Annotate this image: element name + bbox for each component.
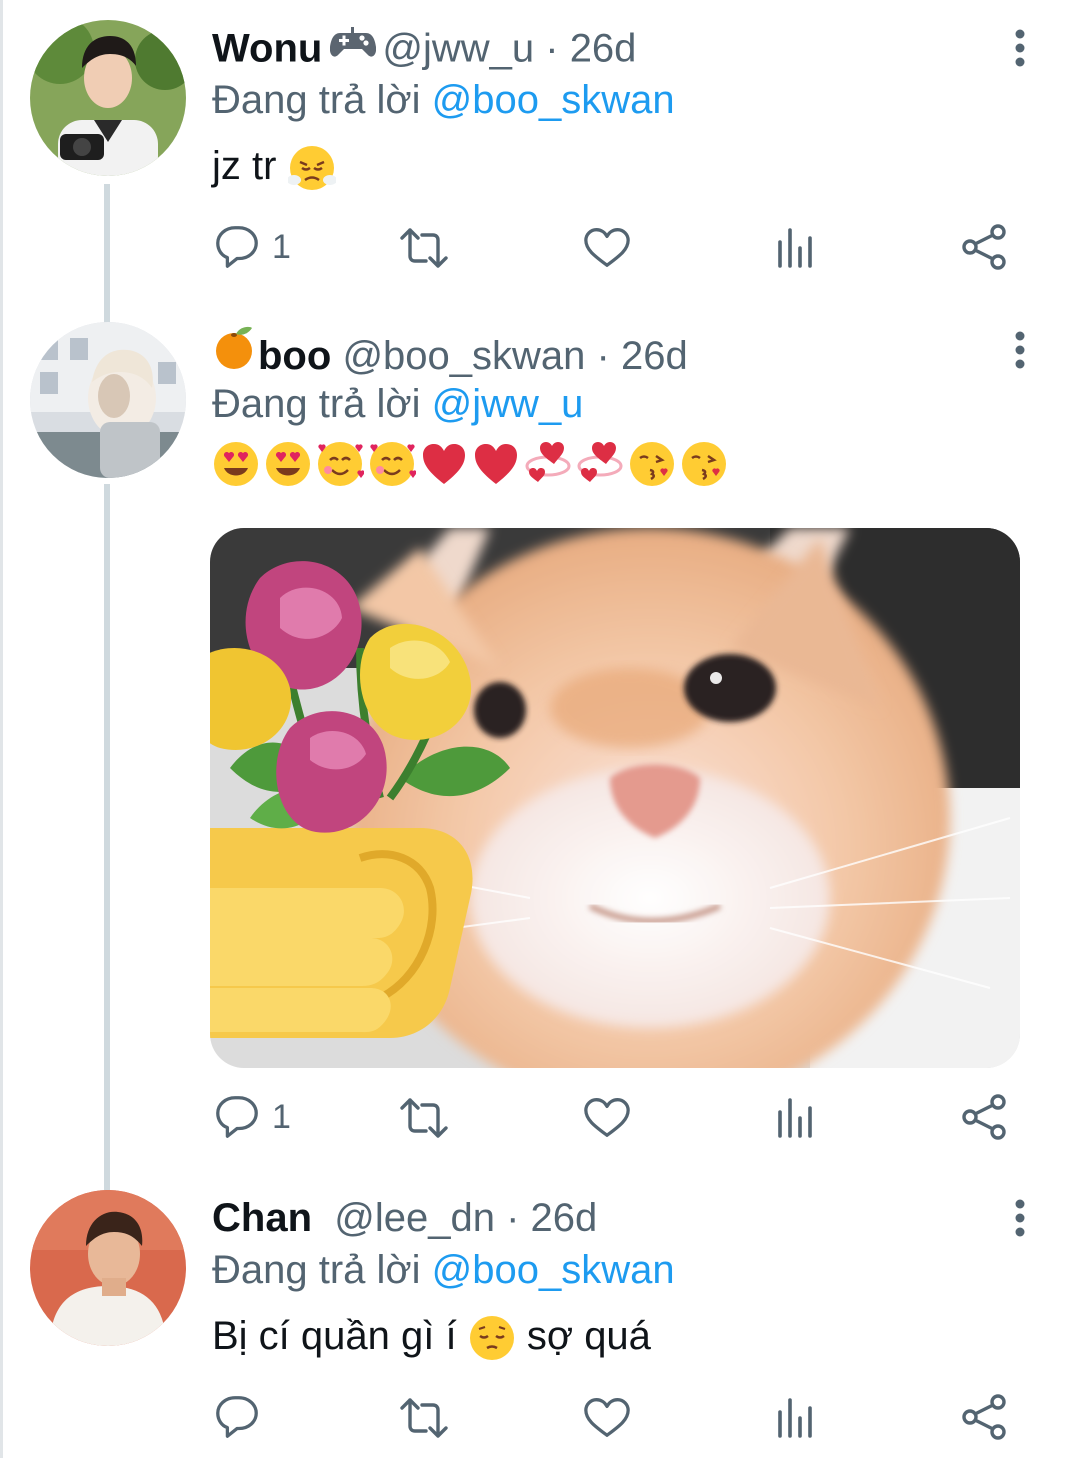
retweet-button[interactable] [396, 222, 452, 272]
timestamp[interactable]: 26d [621, 334, 688, 378]
stats-icon [778, 1398, 812, 1438]
reply-button[interactable] [212, 1392, 272, 1442]
share-icon [962, 1394, 1006, 1440]
tweet-content: Wonu @jww_u · 26d Đang trả lời @boo_skwan… [212, 22, 1020, 194]
tweet-actions: 1 [212, 222, 1012, 272]
share-icon [962, 1094, 1006, 1140]
tweet-header: boo @boo_skwan · 26d [212, 326, 1020, 378]
display-name[interactable]: Chan [212, 1196, 312, 1240]
reply-icon [216, 1396, 258, 1438]
tweet-content: Chan @lee_dn · 26d Đang trả lời @boo_skw… [212, 1192, 1020, 1364]
like-button[interactable] [582, 1092, 632, 1142]
avatar[interactable] [30, 322, 186, 478]
tweet-text: Bị cí quần gì í sợ quá [212, 1308, 1020, 1364]
tweet-actions: 1 [212, 1092, 1012, 1142]
reply-icon [216, 1096, 258, 1138]
reply-prefix: Đang trả lời [212, 78, 421, 122]
stats-button[interactable] [770, 222, 820, 272]
stats-button[interactable] [770, 1392, 820, 1442]
reply-context: Đang trả lời @boo_skwan [212, 74, 1020, 126]
handle[interactable]: @lee_dn [334, 1196, 495, 1240]
revolving-hearts-emoji [525, 440, 571, 484]
reply-count: 1 [272, 1097, 291, 1136]
display-name[interactable]: Wonu [212, 27, 322, 71]
separator: · [545, 26, 559, 71]
like-button[interactable] [582, 1392, 632, 1442]
tweet[interactable]: Wonu @jww_u · 26d Đang trả lời @boo_skwan… [0, 20, 1080, 290]
reply-mention[interactable]: @boo_skwan [432, 1248, 675, 1292]
heart-icon [584, 1098, 630, 1137]
timestamp[interactable]: 26d [570, 27, 637, 71]
tweet-text-before: Bị cí quần gì í [212, 1314, 457, 1358]
heart-icon [584, 1398, 630, 1437]
cat-with-flower-bouquet-photo [210, 528, 1020, 1068]
pensive-face-emoji [468, 1315, 515, 1362]
face-blowing-kiss-emoji [628, 440, 676, 488]
retweet-icon [400, 228, 448, 268]
reply-prefix: Đang trả lời [212, 382, 421, 426]
tweet-header: Wonu @jww_u · 26d [212, 22, 1020, 74]
tweet-header: Chan @lee_dn · 26d [212, 1192, 1020, 1244]
heart-eyes-emoji [266, 442, 310, 486]
stats-icon [778, 228, 812, 268]
tweet-media-image[interactable] [210, 528, 1020, 1068]
tweet[interactable]: Chan @lee_dn · 26d Đang trả lời @boo_skw… [0, 1190, 1080, 1458]
tweet-text: jz tr [212, 138, 1020, 194]
tangerine-icon [212, 326, 256, 383]
reply-button[interactable]: 1 [212, 222, 291, 272]
reply-mention[interactable]: @jww_u [432, 382, 584, 426]
like-button[interactable] [582, 222, 632, 272]
timestamp[interactable]: 26d [531, 1196, 598, 1240]
share-button[interactable] [958, 1392, 1010, 1442]
share-icon [962, 224, 1006, 270]
avatar[interactable] [30, 1190, 186, 1346]
handle[interactable]: @boo_skwan [342, 334, 585, 378]
face-blowing-kiss-emoji [680, 440, 728, 488]
more-options-icon[interactable] [1010, 1198, 1030, 1238]
tweet-text-after: sợ quá [526, 1314, 651, 1358]
reply-mention[interactable]: @boo_skwan [432, 78, 675, 122]
tweet[interactable]: boo @boo_skwan · 26d Đang trả lời @jww_u [0, 322, 1080, 1142]
share-button[interactable] [958, 222, 1010, 272]
stats-button[interactable] [770, 1092, 820, 1142]
reply-icon [216, 226, 258, 268]
separator: · [596, 334, 610, 379]
stats-icon [778, 1098, 812, 1138]
handle[interactable]: @jww_u [382, 27, 534, 71]
tweet-text-body: jz tr [212, 144, 277, 188]
face-with-steam-from-nose-emoji [287, 145, 336, 192]
retweet-icon [400, 1398, 448, 1438]
smiling-face-with-hearts-emoji [368, 440, 416, 488]
avatar[interactable] [30, 20, 186, 176]
heart-eyes-emoji [214, 442, 258, 486]
reply-prefix: Đang trả lời [212, 1248, 421, 1292]
reply-count: 1 [272, 227, 291, 266]
heart-icon [584, 228, 630, 267]
share-button[interactable] [958, 1092, 1010, 1142]
red-heart-emoji [423, 444, 465, 484]
retweet-icon [400, 1098, 448, 1138]
tweet-actions [212, 1392, 1012, 1442]
reply-button[interactable]: 1 [212, 1092, 291, 1142]
reply-context: Đang trả lời @boo_skwan [212, 1244, 1020, 1296]
smiling-face-with-hearts-emoji [316, 440, 364, 488]
game-controller-icon [330, 22, 377, 74]
tweet-content: boo @boo_skwan · 26d Đang trả lời @jww_u [212, 326, 1020, 492]
more-options-icon[interactable] [1010, 28, 1030, 68]
separator: · [506, 1196, 520, 1240]
display-name[interactable]: boo [258, 334, 331, 378]
more-options-icon[interactable] [1010, 330, 1030, 370]
tweet-emoji-text [212, 440, 1020, 492]
retweet-button[interactable] [396, 1392, 452, 1442]
red-heart-emoji [475, 444, 517, 484]
revolving-hearts-emoji [577, 440, 623, 484]
retweet-button[interactable] [396, 1092, 452, 1142]
reply-context: Đang trả lời @jww_u [212, 378, 1020, 430]
